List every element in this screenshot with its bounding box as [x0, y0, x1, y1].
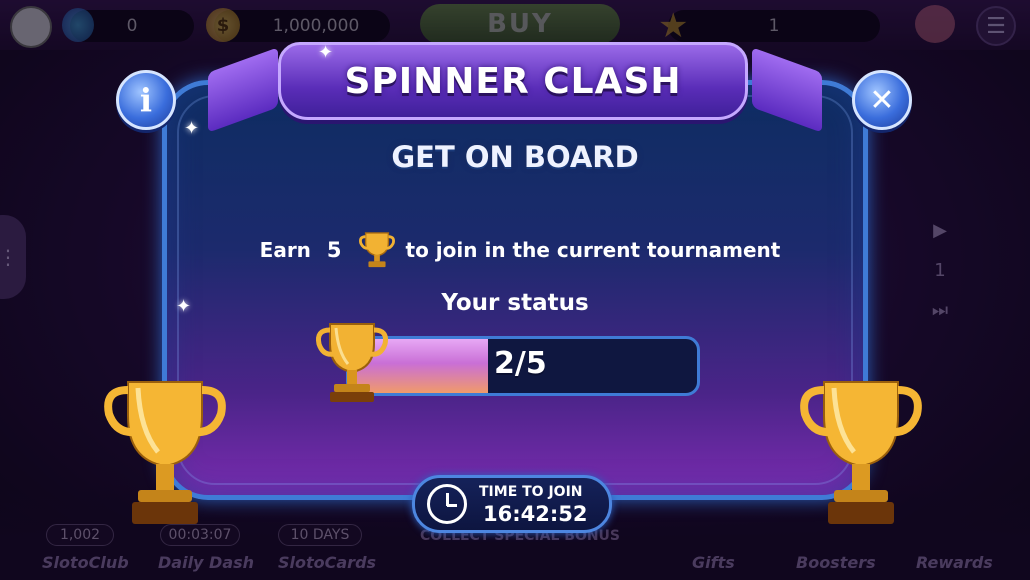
time-to-join-panel: TIME TO JOIN 16:42:52 [412, 475, 612, 533]
earn-suffix: to join in the current tournament [405, 238, 781, 262]
trophy-icon [800, 381, 922, 524]
trophy-icon [316, 323, 388, 402]
info-icon: i [139, 81, 153, 119]
status-label: Your status [441, 290, 589, 316]
earn-prefix: Earn [259, 238, 311, 262]
modal-subtitle: GET ON BOARD [391, 140, 639, 174]
sparkle-icon: ✦ [318, 42, 334, 63]
modal-title: SPINNER CLASH [344, 60, 682, 102]
trophy-icon [358, 232, 395, 268]
trophy-icon [104, 381, 226, 524]
status-progress-text: 2/5 [494, 346, 547, 381]
timer-value: 16:42:52 [483, 502, 588, 526]
title-banner: SPINNER CLASH [278, 42, 748, 120]
clock-icon [427, 484, 467, 524]
sparkle-icon: ✦ [184, 118, 200, 139]
earn-amount: 5 [326, 238, 342, 262]
close-icon: ✕ [869, 82, 895, 118]
timer-label: TIME TO JOIN [479, 484, 583, 500]
sparkle-icon: ✦ [176, 296, 192, 317]
info-button[interactable]: i [116, 70, 176, 130]
close-button[interactable]: ✕ [852, 70, 912, 130]
earn-instruction: Earn 5 to join in the current tournament [240, 230, 800, 270]
